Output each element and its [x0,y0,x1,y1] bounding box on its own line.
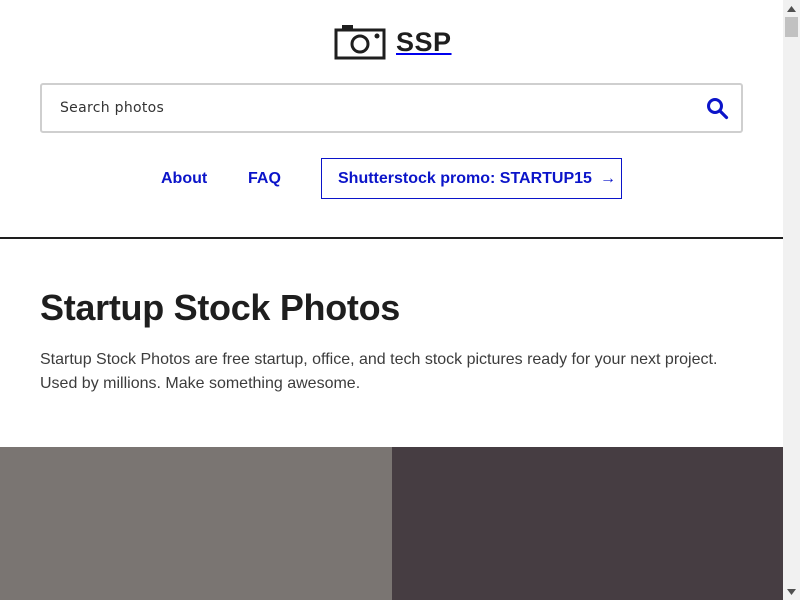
site-header: SSP About FAQ Shutterstock promo: STARTU… [0,0,783,239]
search-input[interactable] [42,85,700,131]
page-description: Startup Stock Photos are free startup, o… [40,351,718,392]
search-icon[interactable] [705,96,729,120]
site-logo[interactable]: SSP [334,24,452,60]
scrollbar-thumb[interactable] [785,17,798,37]
main-nav: About FAQ Shutterstock promo: STARTUP15 → [0,158,783,199]
promo-button[interactable]: Shutterstock promo: STARTUP15 → [321,158,622,199]
scroll-down-arrow-icon[interactable] [783,583,800,600]
camera-icon [334,25,386,60]
page: SSP About FAQ Shutterstock promo: STARTU… [0,0,783,600]
promo-label: Shutterstock promo: STARTUP15 [338,170,592,187]
search-form [40,83,743,133]
logo-text: SSP [396,26,452,57]
nav-about-link[interactable]: About [161,158,207,199]
arrow-right-icon: → [599,170,616,187]
page-title: Startup Stock Photos [40,287,401,328]
nav-faq-link[interactable]: FAQ [248,158,281,199]
scroll-up-arrow-icon[interactable] [783,0,800,17]
vertical-scrollbar[interactable] [783,0,800,600]
photo-thumbnail[interactable] [0,447,392,600]
photo-thumbnail[interactable] [392,447,783,600]
